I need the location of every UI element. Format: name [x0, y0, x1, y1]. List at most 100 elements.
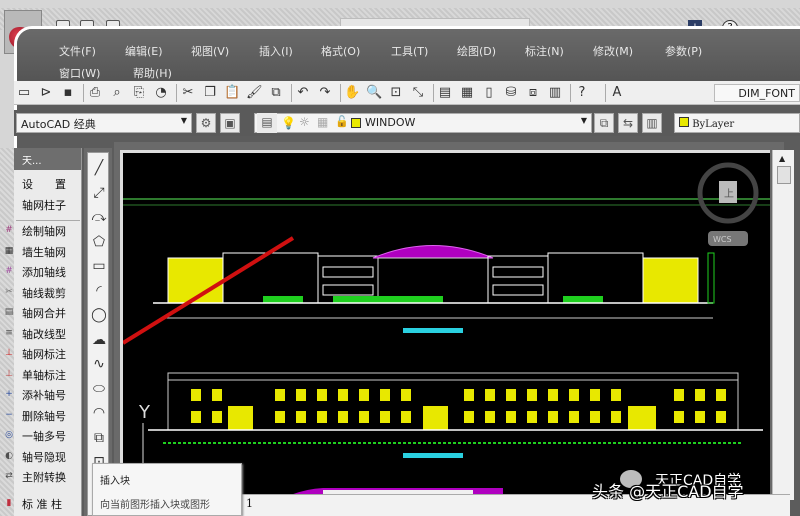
panel-header[interactable]: 天... [14, 148, 81, 170]
scroll-up-icon[interactable]: ▲ [779, 154, 785, 163]
quickcalc-icon[interactable]: ▥ [547, 85, 563, 101]
elevation-front [153, 246, 714, 334]
door [228, 406, 253, 430]
window [674, 411, 684, 423]
tz-menu-item[interactable]: 绘制轴网 [22, 223, 66, 239]
save-icon[interactable]: ▪ [60, 85, 76, 101]
customize-icon[interactable]: ▣ [220, 113, 240, 133]
cut-icon[interactable]: ✂ [180, 85, 196, 101]
menu-help[interactable]: 帮助(H) [133, 65, 172, 81]
window [485, 411, 495, 423]
menu-parametric[interactable]: 参数(P) [665, 43, 702, 59]
tz-menu-item[interactable]: 设 置 [22, 176, 66, 192]
window [359, 411, 369, 423]
zoom-realtime-icon[interactable]: 🔍 [366, 85, 382, 101]
tz-menu-item[interactable]: 删除轴号 [22, 408, 66, 424]
revision-cloud-icon[interactable]: ☁ [90, 331, 108, 349]
insert-block-icon[interactable]: ⧉ [90, 429, 108, 447]
menu-view[interactable]: 视图(V) [191, 43, 229, 59]
menu-file[interactable]: 文件(F) [59, 43, 96, 59]
sign-left [323, 267, 373, 277]
line-icon[interactable]: ╱ [90, 159, 108, 177]
zoom-window-icon[interactable]: ⊡ [388, 85, 404, 101]
tz-menu-item[interactable]: 轴网柱子 [22, 197, 66, 213]
current-layer-name: WINDOW [365, 116, 415, 129]
menu-format[interactable]: 格式(O) [321, 43, 360, 59]
ellipse-arc-icon[interactable]: ◠ [90, 404, 108, 422]
plot-preview-icon[interactable]: ⌕ [109, 85, 125, 101]
spline-icon[interactable]: ∿ [90, 355, 108, 373]
circle-icon[interactable]: ◯ [90, 306, 108, 324]
help-icon[interactable]: ? [574, 85, 590, 101]
menu-dimension[interactable]: 标注(N) [525, 43, 564, 59]
layer-state-icon[interactable]: ▥ [642, 113, 662, 133]
ellipse-icon[interactable]: ⬭ [90, 380, 108, 398]
tz-menu-item[interactable]: 一轴多号 [22, 428, 66, 444]
toolbar-separator [176, 84, 177, 102]
tz-menu-item[interactable]: 添加轴线 [22, 264, 66, 280]
layer-properties-icon[interactable]: ▤ [257, 113, 277, 133]
tz-menu-item[interactable]: 主附转换 [22, 469, 66, 485]
tz-menu-item[interactable]: 墙生轴网 [22, 244, 66, 260]
workspace-select[interactable]: AutoCAD 经典 ▼ [16, 113, 192, 133]
tz-item-icon: ≡ [4, 328, 14, 338]
lock-icon: 🔓 [335, 115, 349, 128]
zoom-previous-icon[interactable]: ⤡ [410, 85, 426, 101]
menu-insert[interactable]: 插入(I) [259, 43, 293, 59]
color-control[interactable]: ByLayer [674, 113, 800, 133]
drawing-canvas[interactable]: Y 上 WCS [120, 150, 770, 495]
pan-icon[interactable]: ✋ [344, 85, 360, 101]
markup-icon[interactable]: ⧈ [525, 85, 541, 101]
rectangle-icon[interactable]: ▭ [90, 257, 108, 275]
tz-item-icon: − [4, 410, 14, 420]
tz-menu-item[interactable]: 单轴标注 [22, 367, 66, 383]
polygon-icon[interactable]: ⬠ [90, 233, 108, 251]
tz-item-icon: ⇄ [4, 471, 14, 481]
text-style-select[interactable]: DIM_FONT [714, 84, 800, 102]
undo-icon[interactable]: ↶ [295, 85, 311, 101]
polyline-icon[interactable]: ⤼ [90, 208, 108, 226]
properties-icon[interactable]: ▤ [437, 85, 453, 101]
redo-icon[interactable]: ↷ [317, 85, 333, 101]
layer-select[interactable]: ▤ 💡 ☼ ▦ 🔓 WINDOW ▼ [254, 113, 592, 133]
tz-menu-item[interactable]: 轴改线型 [22, 326, 66, 342]
new-icon[interactable]: ▭ [16, 85, 32, 101]
shrub [263, 296, 303, 303]
publish-icon[interactable]: ⎘ [131, 85, 147, 101]
tool-palettes-icon[interactable]: ▯ [481, 85, 497, 101]
scroll-thumb[interactable] [777, 166, 791, 184]
match-properties-icon[interactable]: 🖌 [246, 85, 262, 101]
block-editor-icon[interactable]: ⧉ [268, 85, 284, 101]
sheet-set-icon[interactable]: ⛁ [503, 85, 519, 101]
plot-icon[interactable]: ⎙ [87, 85, 103, 101]
tz-menu-item[interactable]: 轴网合并 [22, 305, 66, 321]
make-object-layer-current-icon[interactable]: ⧉ [594, 113, 614, 133]
copy-icon[interactable]: ❐ [202, 85, 218, 101]
menu-modify[interactable]: 修改(M) [593, 43, 633, 59]
design-center-icon[interactable]: ▦ [459, 85, 475, 101]
tz-menu-item[interactable]: 标 准 柱 [22, 496, 62, 512]
tz-menu-item[interactable]: 轴网标注 [22, 346, 66, 362]
tz-menu-item[interactable]: 轴号隐现 [22, 449, 66, 465]
tab-layout1[interactable]: 1 [246, 497, 253, 510]
menu-draw[interactable]: 绘图(D) [457, 43, 496, 59]
block-right [488, 256, 548, 303]
tz-item-icon: ▤ [4, 307, 14, 317]
open-icon[interactable]: ⊳ [38, 85, 54, 101]
ucs-y-label: Y [138, 402, 151, 423]
menu-window[interactable]: 窗口(W) [59, 65, 100, 81]
construction-line-icon[interactable]: ⤢ [90, 184, 108, 202]
3d-dwf-icon[interactable]: ◔ [153, 85, 169, 101]
arc-icon[interactable]: ◜ [90, 282, 108, 300]
tz-item-icon: # [4, 225, 14, 235]
text-style-icon[interactable]: A [609, 85, 625, 101]
menu-edit[interactable]: 编辑(E) [125, 43, 163, 59]
menu-tools[interactable]: 工具(T) [391, 43, 428, 59]
layer-previous-icon[interactable]: ⇆ [618, 113, 638, 133]
paste-icon[interactable]: 📋 [224, 85, 240, 101]
vertical-scrollbar[interactable]: ▲ [772, 150, 794, 500]
workspace-settings-icon[interactable]: ⚙ [196, 113, 216, 133]
window [296, 411, 306, 423]
tz-menu-item[interactable]: 轴线裁剪 [22, 285, 66, 301]
tz-menu-item[interactable]: 添补轴号 [22, 387, 66, 403]
